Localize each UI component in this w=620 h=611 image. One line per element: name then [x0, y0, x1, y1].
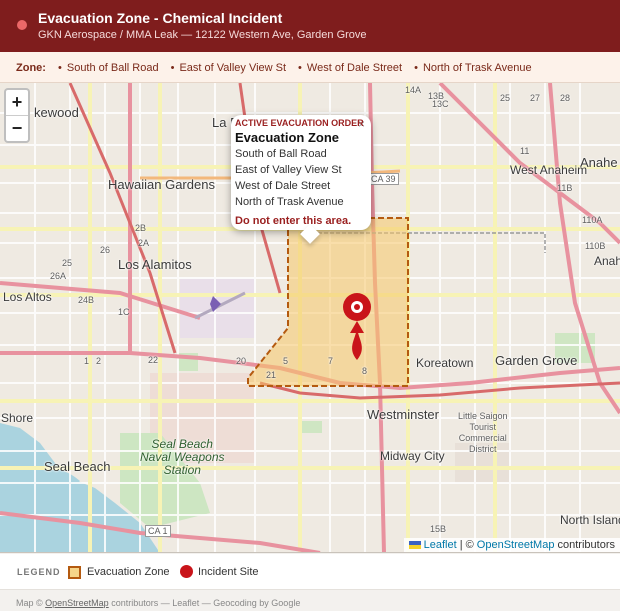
place-label: Hawaiian Gardens	[108, 177, 215, 192]
exit-label: 2	[96, 356, 102, 366]
exit-label: 5	[283, 356, 289, 366]
popup-boundary-line: North of Trask Avenue	[235, 196, 344, 208]
legend-zone-label: Evacuation Zone	[87, 566, 170, 578]
attribution-separator: |	[459, 539, 463, 551]
exit-label: 28	[560, 93, 571, 103]
footer-text: Map © OpenStreetMap contributors — Leafl…	[16, 598, 301, 608]
popup-order-label: ACTIVE EVACUATION ORDER	[235, 118, 364, 128]
zone-popup: × ACTIVE EVACUATION ORDER Evacuation Zon…	[231, 115, 371, 244]
route-shield: CA 1	[145, 525, 171, 537]
exit-label: 1	[84, 356, 90, 366]
exit-label: 14A	[405, 85, 422, 95]
zoom-in-button[interactable]: +	[6, 90, 28, 116]
place-label: Little Saigon Tourist Commercial Distric…	[458, 411, 508, 454]
header: Evacuation Zone - Chemical Incident GKN …	[0, 0, 620, 52]
place-label: Westminster	[367, 407, 439, 422]
legend-site-label: Incident Site	[198, 566, 259, 578]
exit-label: 110B	[585, 241, 606, 251]
exit-label: 21	[266, 370, 277, 380]
popup-boundary-list: South of Ball Road East of Valley View S…	[235, 146, 344, 210]
zoom-out-button[interactable]: −	[6, 116, 28, 142]
map-attribution: Leaflet | © OpenStreetMap contributors	[403, 538, 620, 552]
exit-label: 27	[530, 93, 541, 103]
alert-dot-icon	[17, 20, 27, 30]
footer-osm-link[interactable]: OpenStreetMap	[45, 598, 109, 608]
exit-label: 2A	[138, 238, 150, 248]
exit-label: 26A	[50, 271, 67, 281]
attribution-contributors: contributors	[557, 539, 615, 551]
ukraine-flag-icon	[408, 541, 421, 550]
exit-label: 20	[236, 356, 247, 366]
popup-title: Evacuation Zone	[235, 130, 340, 145]
place-label: Garden Grove	[495, 353, 578, 368]
zone-item: South of Ball Road	[58, 62, 159, 74]
place-label: North Island	[560, 513, 620, 527]
exit-label: 25	[62, 258, 73, 268]
exit-label: 24B	[78, 295, 95, 305]
exit-label: 1C	[118, 307, 130, 317]
exit-label: 110A	[582, 215, 603, 225]
osm-link[interactable]: OpenStreetMap	[477, 539, 555, 551]
legend: LEGEND Evacuation Zone Incident Site	[0, 554, 620, 590]
place-label: West Anaheim	[510, 163, 588, 177]
footer: Map © OpenStreetMap contributors — Leafl…	[0, 590, 620, 611]
place-label: Seal Beach	[44, 459, 111, 474]
exit-label: 7	[328, 356, 334, 366]
leaflet-link[interactable]: Leaflet	[424, 539, 457, 551]
exit-label: 13C	[432, 99, 449, 109]
map-canvas[interactable]: kewood La P Anahe Hawaiian Gardens West …	[0, 83, 620, 553]
popup-boundary-line: West of Dale Street	[235, 180, 331, 192]
exit-label: 25	[500, 93, 511, 103]
zone-item: North of Trask Avenue	[414, 62, 532, 74]
zone-swatch-icon	[68, 566, 81, 579]
exit-label: 2B	[135, 223, 147, 233]
attribution-copyright: ©	[465, 539, 474, 551]
place-label: Koreatown	[416, 356, 474, 370]
exit-label: 11B	[557, 183, 573, 193]
place-label: Los Alamitos	[118, 257, 192, 272]
exit-label: 15B	[430, 524, 447, 534]
exit-label: 26	[100, 245, 111, 255]
zone-label: Zone:	[16, 62, 46, 74]
legend-title: LEGEND	[17, 567, 61, 577]
place-label: Seal Beach Naval Weapons Station	[140, 437, 225, 477]
popup-boundary-line: South of Ball Road	[235, 148, 327, 160]
zone-bar: Zone: South of Ball Road East of Valley …	[0, 52, 620, 83]
exit-label: 11	[520, 146, 530, 156]
popup-boundary-line: East of Valley View St	[235, 164, 342, 176]
place-label: Anah	[594, 254, 620, 268]
exit-label: 22	[148, 355, 159, 365]
zone-item: West of Dale Street	[298, 62, 402, 74]
zoom-control: + −	[4, 88, 30, 143]
route-shield: CA 39	[368, 173, 399, 185]
page-subtitle: GKN Aerospace / MMA Leak — 12122 Western…	[38, 29, 367, 41]
exit-label: 8	[362, 366, 368, 376]
popup-warning: Do not enter this area.	[235, 215, 352, 227]
place-label: Midway City	[380, 449, 445, 463]
incident-swatch-icon	[180, 565, 193, 578]
zone-item: East of Valley View St	[171, 62, 286, 74]
place-label: kewood	[34, 105, 79, 120]
place-label: Shore	[1, 411, 34, 425]
page-title: Evacuation Zone - Chemical Incident	[38, 10, 283, 26]
place-label: Los Altos	[3, 290, 52, 304]
